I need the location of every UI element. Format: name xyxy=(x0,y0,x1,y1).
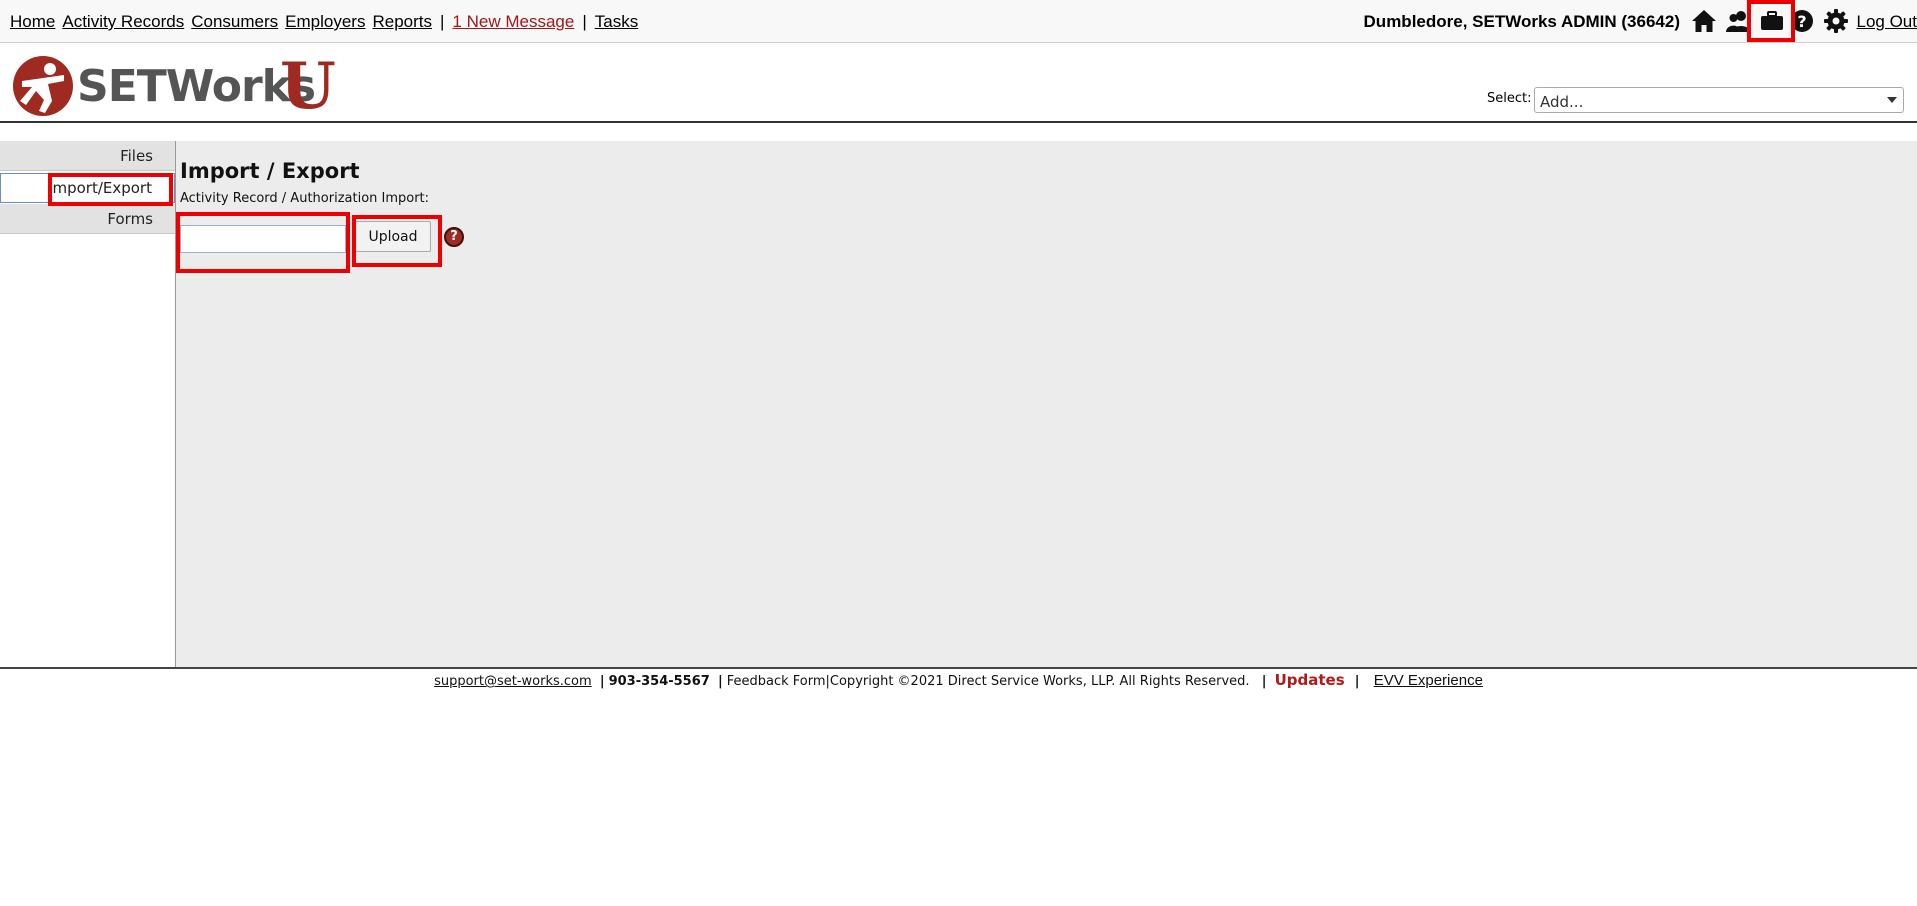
file-input[interactable] xyxy=(180,225,346,253)
nav-employers[interactable]: Employers xyxy=(285,12,365,31)
updates-link[interactable]: Updates xyxy=(1275,671,1345,689)
chevron-down-icon xyxy=(1887,97,1897,103)
users-icon[interactable] xyxy=(1725,8,1751,34)
copyright-text: Copyright ©2021 Direct Service Works, LL… xyxy=(829,674,1250,689)
footer-divider xyxy=(0,667,1917,669)
nav-home[interactable]: Home xyxy=(10,12,55,31)
page-title: Import / Export xyxy=(180,159,360,183)
upload-button[interactable]: Upload xyxy=(355,221,431,252)
sidebar-item-import-export[interactable]: Import/Export xyxy=(0,173,175,203)
nav-tasks[interactable]: Tasks xyxy=(595,12,638,31)
home-icon[interactable] xyxy=(1691,8,1717,34)
nav-activity-records[interactable]: Activity Records xyxy=(62,12,184,31)
feedback-form-link[interactable]: Feedback Form xyxy=(727,674,826,689)
support-phone: 903-354-5567 xyxy=(608,674,710,689)
footer-separator: | xyxy=(1261,674,1267,689)
help-icon[interactable]: ? xyxy=(1789,8,1815,34)
sidebar-item-files[interactable]: Files xyxy=(0,141,175,171)
top-nav-bar: Home Activity Records Consumers Employers Re… xyxy=(0,0,1917,43)
header: SETWorks U Select: Add... xyxy=(0,43,1917,124)
sidebar-item-forms[interactable]: Forms xyxy=(0,204,175,234)
import-help-icon[interactable]: ? xyxy=(444,227,464,247)
support-email-link[interactable]: support@set-works.com xyxy=(434,674,592,689)
footer-separator: | xyxy=(599,674,605,689)
sidebar: Files Import/Export Forms xyxy=(0,141,176,668)
import-label: Activity Record / Authorization Import: xyxy=(180,191,430,206)
gear-icon[interactable] xyxy=(1823,8,1849,34)
select-label: Select: xyxy=(1487,91,1532,106)
nav-separator: | xyxy=(582,12,587,31)
sidebar-item-label: Forms xyxy=(107,210,153,228)
footer-separator: | xyxy=(717,674,723,689)
footer: support@set-works.com | 903-354-5567 | Fee… xyxy=(0,671,1917,689)
user-name: Dumbledore, SETWorks ADMIN (36642) xyxy=(1363,12,1680,31)
footer-separator: | xyxy=(1354,674,1360,689)
user-toolbar: Dumbledore, SETWorks ADMIN (36642) ? Log… xyxy=(1357,8,1917,34)
running-figure-icon xyxy=(13,56,73,116)
nav-new-message[interactable]: 1 New Message xyxy=(452,12,574,31)
svg-text:?: ? xyxy=(1797,12,1806,31)
logout-link[interactable]: Log Out xyxy=(1857,12,1917,32)
nav-reports[interactable]: Reports xyxy=(372,12,432,31)
sidebar-item-label: Files xyxy=(120,147,153,165)
nav-separator: | xyxy=(440,12,445,31)
logo-letter: U xyxy=(280,49,336,124)
select-value: Add... xyxy=(1540,93,1584,111)
main-nav: Home Activity Records Consumers Employers Re… xyxy=(10,12,638,32)
add-select[interactable]: Add... xyxy=(1534,87,1904,113)
setworks-logo[interactable]: SETWorks U xyxy=(12,49,342,124)
briefcase-icon[interactable] xyxy=(1759,8,1785,34)
evv-experience-link[interactable]: EVV Experience xyxy=(1374,672,1483,689)
sidebar-item-label: Import/Export xyxy=(48,179,152,197)
nav-consumers[interactable]: Consumers xyxy=(191,12,278,31)
main-content: Import / Export Activity Record / Author… xyxy=(176,141,1917,668)
